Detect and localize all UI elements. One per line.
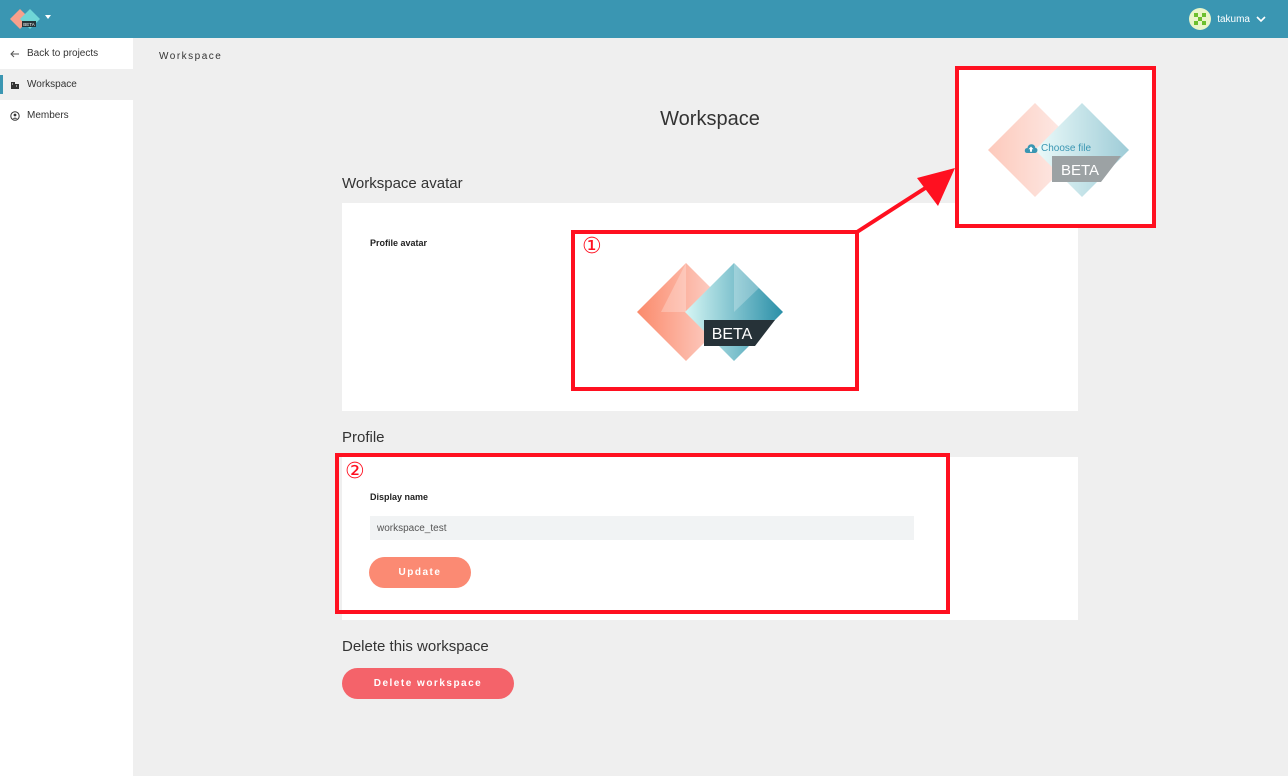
app-logo[interactable]: BETA bbox=[8, 7, 42, 31]
sidebar-item-workspace[interactable]: Workspace bbox=[0, 69, 133, 100]
cloud-upload-icon bbox=[1024, 144, 1038, 153]
sidebar-item-label: Back to projects bbox=[27, 48, 99, 59]
sidebar-item-label: Members bbox=[27, 110, 69, 121]
profile-avatar-label: Profile avatar bbox=[370, 238, 428, 248]
top-bar: BETA takuma bbox=[0, 0, 1288, 38]
user-avatar-icon bbox=[1189, 8, 1212, 30]
sidebar-item-back-to-projects[interactable]: Back to projects bbox=[0, 38, 133, 69]
logo-dropdown-caret-icon[interactable] bbox=[45, 15, 51, 19]
page-title: Workspace bbox=[660, 108, 760, 130]
delete-workspace-heading: Delete this workspace bbox=[342, 638, 489, 655]
building-icon bbox=[11, 81, 19, 89]
delete-workspace-button[interactable]: Delete workspace bbox=[342, 668, 514, 699]
sidebar-item-members[interactable]: Members bbox=[0, 100, 133, 131]
annotation-marker-1: ① bbox=[582, 234, 602, 259]
breadcrumb: Workspace bbox=[159, 51, 223, 62]
annotation-marker-2: ② bbox=[345, 459, 365, 484]
choose-file-button[interactable]: Choose file bbox=[1024, 143, 1091, 154]
annotation-box-1 bbox=[571, 230, 859, 391]
workspace-avatar-heading: Workspace avatar bbox=[342, 175, 463, 192]
sidebar-item-label: Workspace bbox=[27, 79, 77, 90]
chevron-down-icon bbox=[1256, 16, 1266, 23]
annotation-box-2 bbox=[335, 453, 950, 614]
profile-heading: Profile bbox=[342, 429, 385, 446]
beta-badge-preview: BETA bbox=[1061, 162, 1099, 179]
user-name: takuma bbox=[1217, 13, 1250, 25]
user-circle-icon bbox=[10, 110, 20, 121]
arrow-left-icon bbox=[10, 50, 19, 57]
sidebar: Back to projects Workspace Members bbox=[0, 38, 133, 776]
choose-file-label: Choose file bbox=[1041, 143, 1092, 154]
logo-badge: BETA bbox=[23, 22, 34, 27]
user-menu[interactable]: takuma bbox=[1189, 8, 1266, 30]
